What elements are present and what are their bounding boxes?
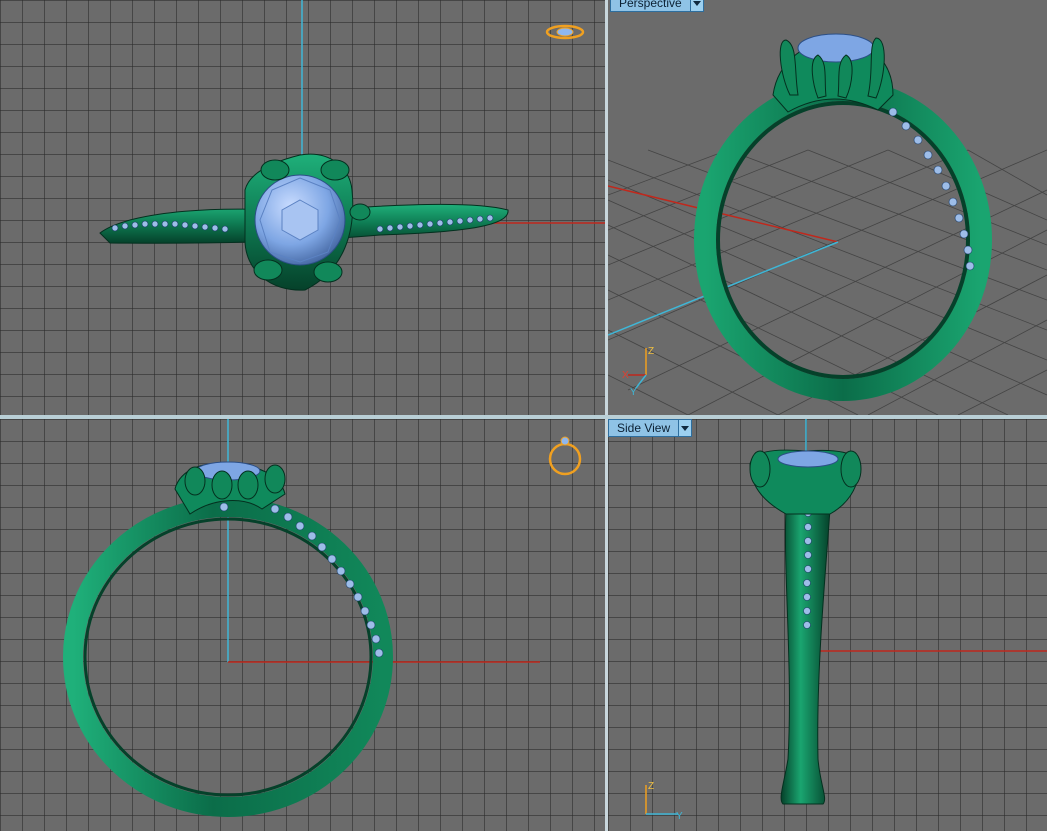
front-view-viewport[interactable] xyxy=(0,419,605,831)
axis-tripod: Z Y xyxy=(645,781,683,822)
svg-text:Z: Z xyxy=(648,781,654,792)
svg-text:Y: Y xyxy=(630,387,637,398)
chevron-down-icon[interactable] xyxy=(678,420,692,436)
perspective-floor-grid: Z X Y xyxy=(608,33,1047,415)
front-view-scene xyxy=(63,419,582,817)
center-stone xyxy=(797,33,875,63)
ring-thumbnail-icon xyxy=(545,24,585,40)
svg-text:Y: Y xyxy=(676,811,683,822)
svg-text:Z: Z xyxy=(648,346,654,357)
viewport-menu-side-view[interactable]: Side View xyxy=(608,419,693,437)
svg-text:X: X xyxy=(622,370,629,381)
viewport-splitter-horizontal[interactable] xyxy=(0,415,1047,419)
side-view-scene: Z Y xyxy=(645,419,1047,822)
ring-front-thumbnail-icon xyxy=(548,436,582,476)
top-view-viewport[interactable] xyxy=(0,0,605,415)
chevron-down-icon[interactable] xyxy=(689,0,703,11)
perspective-viewport[interactable]: Z X Y Perspective xyxy=(608,0,1047,415)
ring-shank xyxy=(694,79,992,401)
viewport-label: Side View xyxy=(617,421,671,435)
viewport-menu-perspective[interactable]: Perspective xyxy=(610,0,704,12)
viewport-label: Perspective xyxy=(619,0,682,10)
side-view-viewport[interactable]: Z Y Side View xyxy=(608,419,1047,831)
center-stone xyxy=(777,450,839,468)
top-view-scene xyxy=(99,0,605,291)
